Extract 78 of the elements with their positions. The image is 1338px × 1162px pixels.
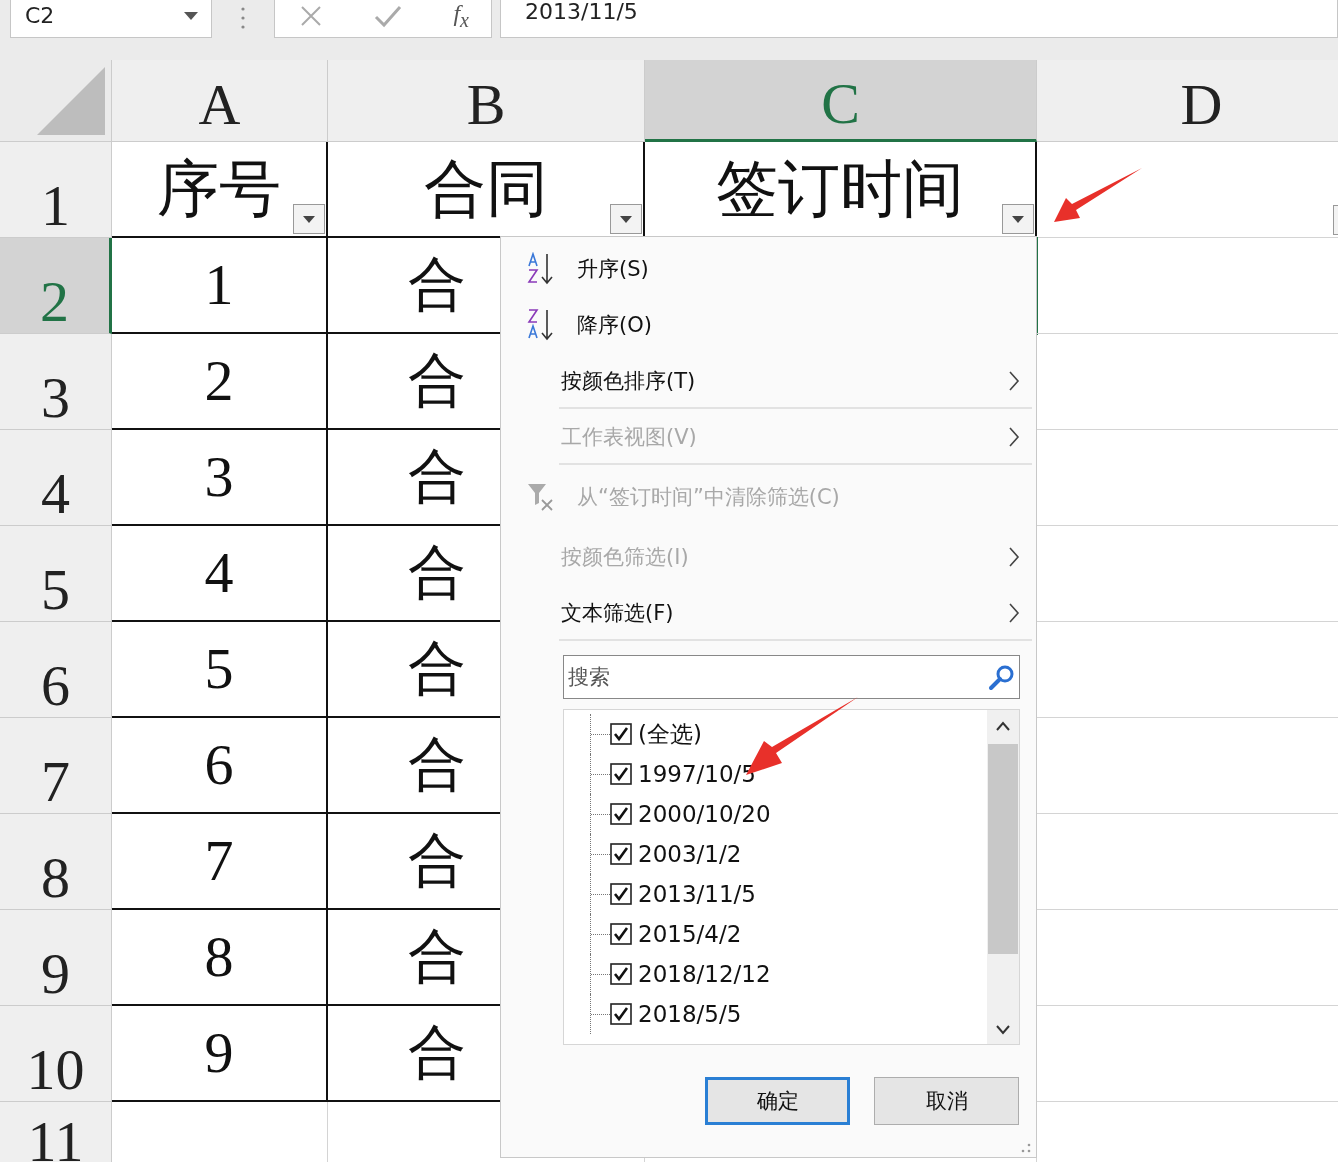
chevron-right-icon	[1008, 426, 1020, 448]
column-header[interactable]: C	[645, 60, 1037, 142]
name-box[interactable]: C2	[10, 0, 212, 38]
column-header[interactable]: A	[112, 60, 328, 142]
checkbox[interactable]	[610, 763, 632, 785]
cell-text: 9	[204, 1021, 234, 1085]
filter-dropdown-button[interactable]	[293, 204, 325, 234]
insert-function-button[interactable]: f$_{x}$	[453, 0, 469, 32]
menu-item[interactable]: 升序(S)	[501, 241, 1036, 297]
value-label[interactable]: 2000/10/20	[638, 801, 771, 827]
corner-triangle-icon	[37, 67, 105, 135]
row-header[interactable]: 10	[0, 1006, 112, 1102]
menu-item[interactable]: 文本筛选(F)	[501, 585, 1036, 641]
value-label[interactable]: 2018/12/12	[638, 961, 771, 987]
checkbox[interactable]	[610, 843, 632, 865]
cell-text: 序号	[157, 154, 281, 224]
search-icon[interactable]	[988, 663, 1016, 691]
menu-item[interactable]: 降序(O)	[501, 297, 1036, 353]
scroll-thumb[interactable]	[988, 744, 1018, 954]
search-field[interactable]: 搜索	[563, 655, 1020, 699]
row-header[interactable]: 6	[0, 622, 112, 718]
cancel-button[interactable]: 取消	[874, 1077, 1019, 1125]
cell-text: 合	[408, 445, 466, 509]
cell-text: 合	[408, 253, 466, 317]
row-header[interactable]: 3	[0, 334, 112, 430]
cell-text: 8	[204, 925, 234, 989]
row-header[interactable]: 4	[0, 430, 112, 526]
cell-text: 合	[408, 637, 466, 701]
checkbox[interactable]	[610, 803, 632, 825]
row-header[interactable]: 9	[0, 910, 112, 1006]
column-header[interactable]: B	[328, 60, 645, 142]
value-label[interactable]: 2018/5/5	[638, 1001, 742, 1027]
checkbox[interactable]	[610, 883, 632, 905]
scrollbar[interactable]	[987, 710, 1019, 1044]
value-label[interactable]: 2013/11/5	[638, 881, 756, 907]
cell-text: 3	[204, 445, 234, 509]
scroll-down-icon[interactable]	[995, 1024, 1011, 1036]
column-header[interactable]: D	[1037, 60, 1338, 142]
cell-text: 合	[408, 349, 466, 413]
chevron-right-icon	[1008, 546, 1020, 568]
scroll-up-icon[interactable]	[995, 720, 1011, 732]
row-header[interactable]: 1	[0, 142, 112, 238]
cell-text: 4	[204, 541, 234, 605]
check-icon[interactable]	[374, 3, 403, 28]
row-header[interactable]: 2	[0, 238, 112, 334]
checkbox[interactable]	[610, 1003, 632, 1025]
cell-text: 5	[204, 637, 234, 701]
row-header[interactable]: 7	[0, 718, 112, 814]
row-header[interactable]: 8	[0, 814, 112, 910]
cell-text: 合	[408, 541, 466, 605]
cell-text: 合	[408, 733, 466, 797]
cell-text: 签订时间	[716, 154, 964, 224]
ok-button[interactable]: 确定	[705, 1077, 850, 1125]
chevron-right-icon	[1008, 602, 1020, 624]
cell-text: 2	[204, 349, 234, 413]
cell-text: 7	[204, 829, 234, 893]
menu-item[interactable]: 按颜色排序(T)	[501, 353, 1036, 409]
filter-dropdown-button[interactable]	[610, 204, 642, 234]
checkbox[interactable]	[610, 963, 632, 985]
cell-text: 合同	[423, 154, 548, 224]
checkbox[interactable]	[610, 923, 632, 945]
caret-icon[interactable]	[183, 10, 199, 21]
more-icon[interactable]	[240, 6, 246, 30]
filter-dropdown-button[interactable]	[1002, 204, 1034, 234]
formula-field[interactable]: 2013/11/5	[500, 0, 1338, 38]
value-label[interactable]: (全选)	[638, 718, 702, 750]
value-label[interactable]: 2003/1/2	[638, 841, 742, 867]
row-header[interactable]: 5	[0, 526, 112, 622]
row-header[interactable]: 11	[0, 1102, 112, 1162]
cell-text: 6	[204, 733, 234, 797]
cell-text: 合	[408, 925, 466, 989]
cell-text: 合	[408, 829, 466, 893]
cell-text: 1	[204, 253, 234, 317]
checkbox[interactable]	[610, 723, 632, 745]
chevron-right-icon	[1008, 370, 1020, 392]
cell-text: 合	[408, 1021, 466, 1085]
value-label[interactable]: 1997/10/5	[638, 761, 756, 787]
value-label[interactable]: 2015/4/2	[638, 921, 742, 947]
